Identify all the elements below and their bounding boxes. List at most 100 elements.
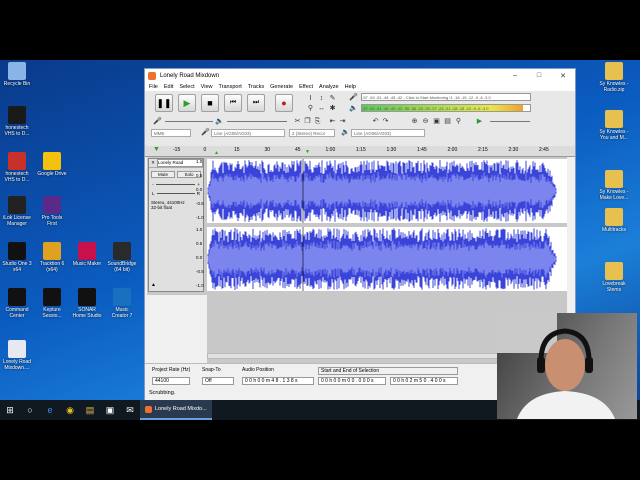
store-icon[interactable]: ▣ (100, 400, 120, 420)
desktop-folder-icon[interactable]: Sy Knowles - You and M... (594, 110, 634, 141)
pan-slider[interactable] (156, 193, 195, 194)
zoom-toggle-icon[interactable]: ⚲ (454, 117, 463, 126)
desktop-app-icon (43, 242, 61, 260)
selection-start-field[interactable]: 0 0 h 0 0 m 0 0 . 0 0 0 s (318, 377, 386, 385)
trim-icon[interactable]: ⇤ (328, 117, 337, 126)
paste-icon[interactable]: ⎘ (313, 117, 322, 126)
skip-end-button[interactable]: ⏭ (247, 94, 265, 112)
redo-icon[interactable]: ↷ (381, 117, 390, 126)
recording-volume-slider[interactable] (165, 121, 213, 122)
zoom-tool-icon[interactable]: ⚲ (306, 104, 315, 113)
desktop-icon[interactable]: Google Drive (32, 152, 72, 177)
copy-icon[interactable]: ❐ (303, 117, 312, 126)
collapse-track-icon[interactable]: ▲ (151, 282, 156, 288)
desktop-icon-label: SONAR Home Studio (72, 307, 102, 319)
minimize-button[interactable]: – (503, 72, 527, 79)
desktop-icon[interactable]: Pro Tools First (32, 196, 72, 227)
menu-select[interactable]: Select (179, 84, 194, 90)
timeline-ruler[interactable]: ▼ -15 0 15 30 45 1:00 1:15 1:30 1:45 2:00 2:15 2:30… (145, 146, 575, 157)
mic-volume-icon: 🎤 (153, 118, 162, 125)
record-button[interactable]: ● (275, 94, 293, 112)
folder-icon (605, 262, 623, 280)
pause-button[interactable]: ❚❚ (155, 94, 173, 112)
timeshift-tool-icon[interactable]: ↔ (317, 104, 326, 113)
track-close-icon[interactable]: ✕ (149, 160, 157, 166)
undo-icon[interactable]: ↶ (371, 117, 380, 126)
skip-start-button[interactable]: ⏮ (224, 94, 242, 112)
microphone-icon: 🎤 (349, 94, 358, 101)
waveform-left-channel[interactable] (207, 159, 567, 223)
playback-device-select[interactable]: Line (AG06/AG03) (351, 129, 425, 137)
snap-to-select[interactable]: Off (202, 377, 234, 385)
menu-transport[interactable]: Transport (218, 84, 241, 90)
folder-icon (605, 170, 623, 188)
desktop-icon[interactable]: Music Maker (67, 242, 107, 267)
audio-position-field[interactable]: 0 0 h 0 0 m 4 8 . 1 3 8 s (242, 377, 314, 385)
desktop-icon[interactable]: honestech VHS to D... (0, 106, 37, 137)
playback-volume-slider[interactable] (227, 121, 287, 122)
desktop-folder-icon[interactable]: Sy Knowles - Make Love... (594, 170, 634, 201)
project-rate-select[interactable]: 44100 (152, 377, 190, 385)
taskbar-audacity-button[interactable]: Lonely Road Mixdo... (140, 400, 212, 420)
mail-icon[interactable]: ✉ (120, 400, 140, 420)
desktop-folder-icon[interactable]: Lovebreak Stems (594, 262, 634, 293)
cut-icon[interactable]: ✂ (293, 117, 302, 126)
zoom-in-icon[interactable]: ⊕ (410, 117, 419, 126)
playback-meter[interactable]: -57 -54 -51 -48 -45 -42 -39 -36 -33 -30 … (361, 104, 531, 112)
maximize-button[interactable]: □ (527, 72, 551, 79)
desktop-icon[interactable]: Tracktion 6 (x64) (32, 242, 72, 273)
channels-select[interactable]: 2 (Stereo) Recor (289, 129, 335, 137)
recording-device-select[interactable]: Line (AG06/AG03) (211, 129, 285, 137)
edge-browser-icon[interactable]: e (40, 400, 60, 420)
play-at-speed-icon[interactable]: ▶ (475, 117, 484, 126)
mute-button[interactable]: Mute (151, 171, 175, 178)
waveform-right-channel[interactable] (207, 227, 567, 291)
selection-tool-icon[interactable]: I (306, 94, 315, 103)
stop-button[interactable]: ■ (201, 94, 219, 112)
menu-tracks[interactable]: Tracks (248, 84, 264, 90)
desktop-icon[interactable]: Recycle Bin (0, 62, 37, 87)
envelope-tool-icon[interactable]: ↕ (317, 94, 326, 103)
desktop-icon[interactable]: Music Creator 7 (102, 288, 142, 319)
selection-end-field[interactable]: 0 0 h 0 2 m 5 0 . 4 0 0 s (390, 377, 458, 385)
desktop-icon[interactable]: SONAR Home Studio (67, 288, 107, 319)
multi-tool-icon[interactable]: ✱ (328, 104, 337, 113)
selection-mode-select[interactable]: Start and End of Selection (318, 367, 458, 375)
chrome-icon[interactable]: ◉ (60, 400, 80, 420)
fit-selection-icon[interactable]: ▣ (432, 117, 441, 126)
play-head-icon: ▲ (214, 150, 219, 156)
fit-project-icon[interactable]: ▤ (443, 117, 452, 126)
desktop-folder-icon[interactable]: Multitracks (594, 208, 634, 233)
host-select[interactable]: MME (151, 129, 191, 137)
desktop-icon[interactable]: SoundBridge (64 bit) (102, 242, 142, 273)
timeline-options-icon[interactable]: ▼ (153, 146, 160, 153)
play-speed-slider[interactable] (490, 121, 530, 122)
skip-end-icon: ⏭ (252, 99, 260, 106)
draw-tool-icon[interactable]: ✎ (328, 94, 337, 103)
menu-edit[interactable]: Edit (164, 84, 173, 90)
menu-generate[interactable]: Generate (270, 84, 293, 90)
zoom-out-icon[interactable]: ⊖ (421, 117, 430, 126)
search-icon[interactable]: ○ (20, 400, 40, 420)
letterbox-bottom (0, 420, 640, 480)
track-format-info: Stereo, 44100Hz 32-bit float (151, 200, 185, 210)
record-meter[interactable]: -57 -54 -51 -48 -45 -42 - Click to Start… (361, 93, 531, 101)
amplitude-scale-label: -1.0 (196, 283, 204, 288)
menu-analyze[interactable]: Analyze (319, 84, 339, 90)
desktop-app-icon (8, 196, 26, 214)
desktop-icon[interactable]: Lonely Road Mixdown.... (0, 340, 37, 371)
close-button[interactable]: ✕ (551, 72, 575, 80)
play-button[interactable]: ▶ (178, 94, 196, 112)
menu-file[interactable]: File (149, 84, 158, 90)
gain-slider[interactable] (155, 184, 196, 185)
menu-view[interactable]: View (201, 84, 213, 90)
amplitude-scale-label: 0.5 (196, 241, 203, 246)
start-windows-icon[interactable]: ⊞ (0, 400, 20, 420)
file-explorer-icon[interactable]: ▤ (80, 400, 100, 420)
menu-help[interactable]: Help (345, 84, 356, 90)
desktop-folder-icon[interactable]: Sy Knowles - Radio.zip (594, 62, 634, 93)
desktop-icon[interactable]: Kepture Sessio... (32, 288, 72, 319)
silence-icon[interactable]: ⇥ (338, 117, 347, 126)
ruler-tick-label: 2:45 (539, 147, 549, 153)
menu-effect[interactable]: Effect (299, 84, 313, 90)
